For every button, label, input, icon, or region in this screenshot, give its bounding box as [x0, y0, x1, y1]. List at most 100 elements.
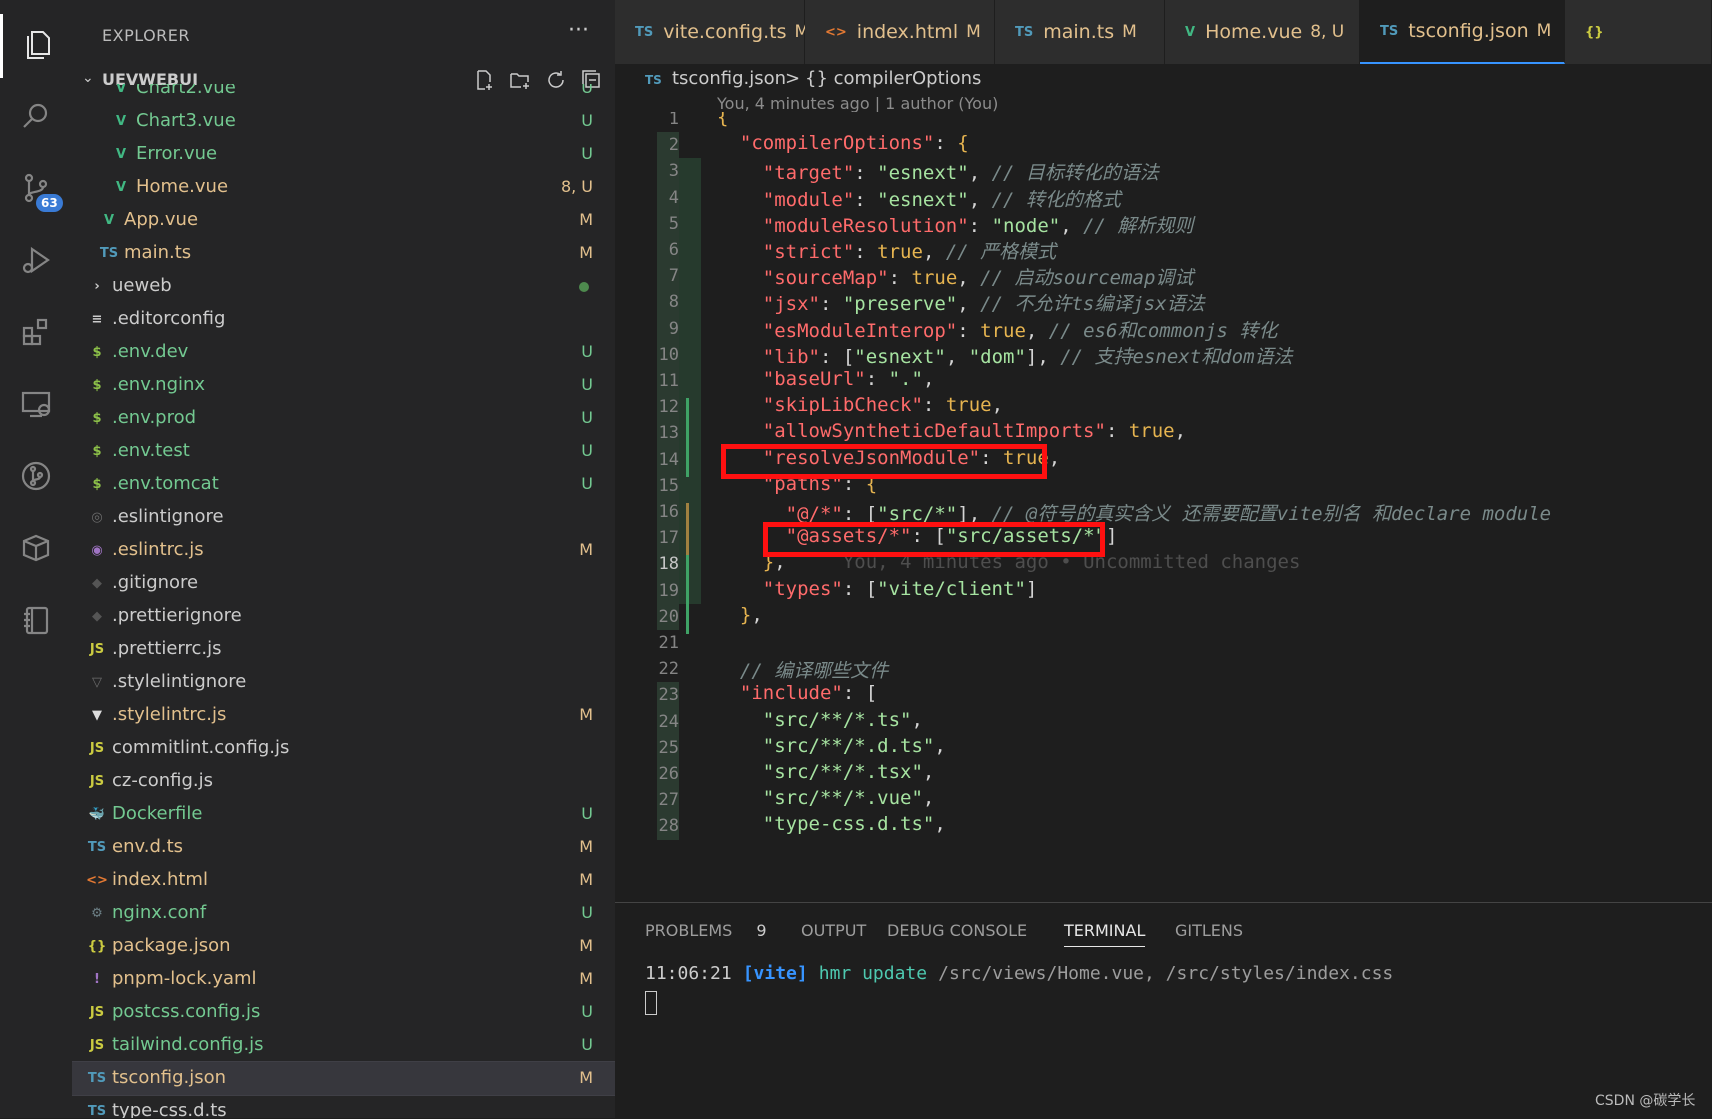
code-line[interactable]: { [717, 112, 728, 128]
editor-tab[interactable]: {} [1565, 0, 1712, 64]
panel-tab-gitlens[interactable]: GITLENS [1175, 921, 1243, 940]
file-item[interactable]: ≡ .editorconfig [72, 303, 615, 336]
code-line[interactable]: "jsx": "preserve", // 不允许ts编译jsx语法 [717, 289, 1205, 316]
remote-explorer-activity[interactable] [0, 374, 72, 438]
file-item[interactable]: $ .env.prod U [72, 402, 615, 435]
editor-tab[interactable]: TS main.ts M [995, 0, 1165, 64]
panel-tab-output[interactable]: OUTPUT [801, 921, 866, 940]
file-item[interactable]: › ueweb [72, 270, 615, 303]
file-item[interactable]: ! pnpm-lock.yaml M [72, 963, 615, 996]
file-item[interactable]: $ .env.tomcat U [72, 468, 615, 501]
line-number: 14 [658, 449, 679, 470]
file-type-icon: V [115, 113, 127, 129]
codelens-blame[interactable]: You, 4 minutes ago | 1 author (You) [717, 94, 998, 113]
file-item[interactable]: ▼ .stylelintrc.js M [72, 699, 615, 732]
file-item[interactable]: {} package.json M [72, 930, 615, 963]
breadcrumb-file[interactable]: tsconfig.json [672, 68, 786, 89]
file-item[interactable]: 🐳 Dockerfile U [72, 798, 615, 831]
file-type-icon: $ [92, 344, 102, 360]
panel-tab-debug-console[interactable]: DEBUG CONSOLE [887, 921, 1027, 940]
extensions-activity[interactable] [0, 302, 72, 366]
code-line[interactable]: // 编译哪些文件 [717, 656, 888, 683]
file-item[interactable]: JS tailwind.config.js U [72, 1029, 615, 1062]
code-line[interactable]: "moduleResolution": "node", // 解析规则 [717, 211, 1194, 238]
code-line[interactable]: "allowSyntheticDefaultImports": true, [717, 420, 1186, 442]
code-token: // 解析规则 [1083, 214, 1194, 237]
file-item[interactable]: V Home.vue 8, U [72, 171, 615, 204]
code-line[interactable]: "esModuleInterop": true, // es6和commonjs… [717, 316, 1278, 343]
code-line[interactable]: "compilerOptions": { [717, 132, 969, 154]
files-activity[interactable] [0, 14, 72, 78]
code-line[interactable]: "types": ["vite/client"] [717, 578, 1038, 600]
code-line[interactable]: "src/**/*.vue", [717, 787, 935, 809]
file-item[interactable]: JS postcss.config.js U [72, 996, 615, 1029]
packages-activity[interactable] [0, 518, 72, 582]
code-line[interactable]: }, [717, 604, 763, 626]
file-item[interactable]: TS type-css.d.ts [72, 1095, 615, 1118]
run-debug-icon [18, 242, 54, 282]
file-item[interactable]: ◉ .eslintrc.js M [72, 534, 615, 567]
more-actions-icon[interactable]: ··· [568, 18, 589, 43]
panel-tab-terminal[interactable]: TERMINAL [1064, 921, 1146, 947]
code-token: , [751, 603, 763, 626]
notebook-activity[interactable] [0, 590, 72, 654]
file-item[interactable]: V App.vue M [72, 204, 615, 237]
file-item[interactable]: V Chart3.vue U [72, 105, 615, 138]
code-line[interactable]: "target": "esnext", // 目标转化的语法 [717, 158, 1159, 185]
code-line[interactable]: "strict": true, // 严格模式 [717, 237, 1056, 264]
file-item[interactable]: ◆ .gitignore [72, 567, 615, 600]
panel-tab-problems[interactable]: PROBLEMS 9 [645, 921, 767, 940]
file-item[interactable]: $ .env.nginx U [72, 369, 615, 402]
git-status-badge: U [581, 1035, 593, 1054]
file-item[interactable]: $ .env.dev U [72, 336, 615, 369]
file-item[interactable]: ◆ .prettierignore [72, 600, 615, 633]
code-line[interactable]: "src/**/*.tsx", [717, 761, 935, 783]
file-item[interactable]: TS main.ts M [72, 237, 615, 270]
file-item[interactable]: ⚙ nginx.conf U [72, 897, 615, 930]
source-control-activity[interactable]: 63 [0, 158, 72, 222]
file-item[interactable]: V Error.vue U [72, 138, 615, 171]
editor-tab[interactable]: TStsconfig.jsonM✕ [1360, 0, 1580, 64]
code-line[interactable]: "src/**/*.d.ts", [717, 735, 946, 757]
code-token: , [922, 241, 946, 263]
file-item[interactable]: V Chart2.vue U [72, 84, 615, 105]
file-item[interactable]: JS .prettierrc.js [72, 633, 615, 666]
file-name: postcss.config.js [112, 1001, 261, 1022]
code-line[interactable]: "lib": ["esnext", "dom"], // 支持esnext和do… [717, 342, 1293, 369]
code-line[interactable]: "src/**/*.ts", [717, 709, 923, 731]
git-graph-activity[interactable] [0, 446, 72, 510]
code-line[interactable]: "sourceMap": true, // 启动sourcemap调试 [717, 263, 1194, 290]
search-activity[interactable] [0, 86, 72, 150]
file-item[interactable]: JS commitlint.config.js [72, 732, 615, 765]
file-item[interactable]: TS tsconfig.json M [72, 1061, 615, 1096]
file-item[interactable]: ◎ .eslintignore [72, 501, 615, 534]
editor-tab[interactable]: V Home.vue 8, U [1165, 0, 1360, 64]
file-item[interactable]: TS env.d.ts M [72, 831, 615, 864]
line-number: 16 [658, 502, 679, 522]
search-icon [18, 98, 54, 138]
code-line[interactable]: "baseUrl": ".", [717, 368, 935, 390]
code-line[interactable]: "type-css.d.ts", [717, 813, 946, 835]
breadcrumb-symbol[interactable]: {} compilerOptions [805, 68, 981, 89]
terminal-output[interactable]: 11:06:21 [vite] hmr update/src/views/Home.… [645, 963, 1393, 984]
editor-tab[interactable]: TS vite.config.ts M [615, 0, 809, 64]
file-name: package.json [112, 935, 231, 956]
file-item[interactable]: $ .env.test U [72, 435, 615, 468]
files-icon [20, 26, 56, 66]
code-line[interactable]: "module": "esnext", // 转化的格式 [717, 185, 1121, 212]
line-number: 4 [668, 187, 679, 208]
run-debug-activity[interactable] [0, 230, 72, 294]
line-number: 18 [658, 554, 679, 575]
file-type-icon: ⚙ [91, 905, 103, 921]
code-line[interactable]: "skipLibCheck": true, [717, 394, 1003, 416]
code-line[interactable]: "include": [ [717, 682, 877, 704]
file-item[interactable]: ▽ .stylelintignore [72, 666, 615, 699]
editor-tab[interactable]: <> index.html M [805, 0, 995, 64]
file-item[interactable]: JS cz-config.js [72, 765, 615, 798]
code-editor[interactable]: 1{2 "compilerOptions": {3 "target": "esn… [615, 112, 1712, 902]
file-item[interactable]: <> index.html M [72, 864, 615, 897]
